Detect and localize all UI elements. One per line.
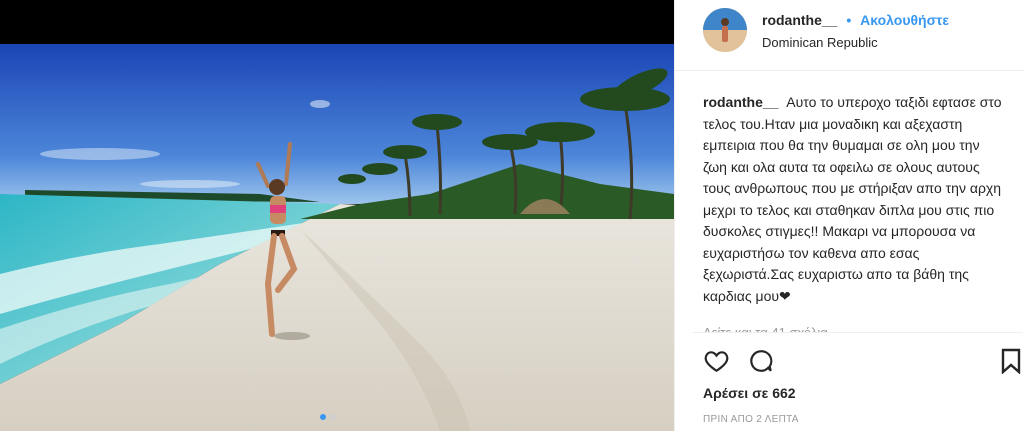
heart-icon[interactable] [703,348,730,379]
caption-text: Αυτο το υπεροχο ταξιδι εφτασε στο τελος … [703,94,1002,304]
divider [693,332,1023,333]
post-caption: rodanthe__ Αυτο το υπεροχο ταξιδι εφτασε… [703,92,1003,307]
avatar[interactable] [703,8,747,52]
follow-button[interactable]: Ακολουθήστε [860,12,949,28]
comment-icon[interactable] [748,348,774,379]
carousel-dot [330,414,336,420]
location-link[interactable]: Dominican Republic [762,35,878,50]
view-comments-link[interactable]: Δείτε και τα 41 σχόλια [703,324,828,332]
likes-count[interactable]: Αρέσει σε 662 [703,385,796,401]
username-link[interactable]: rodanthe__ [762,12,837,28]
post-author: rodanthe__ • Ακολουθήστε [762,12,949,28]
photo-top-bar [0,0,674,44]
bookmark-icon[interactable] [1001,348,1021,379]
post-sidebar: rodanthe__ • Ακολουθήστε Dominican Repub… [674,0,1024,431]
post-photo-pane [0,0,674,431]
post-photo[interactable] [0,44,674,431]
follow-separator: • [846,12,852,28]
caption-username[interactable]: rodanthe__ [703,94,778,110]
carousel-indicator [320,414,336,420]
carousel-dot-active [320,414,326,420]
post-timestamp: ΠΡΙΝ ΑΠΟ 2 ΛΕΠΤΑ [703,414,799,425]
post-header: rodanthe__ • Ακολουθήστε Dominican Repub… [675,0,1024,71]
action-bar [703,348,774,379]
